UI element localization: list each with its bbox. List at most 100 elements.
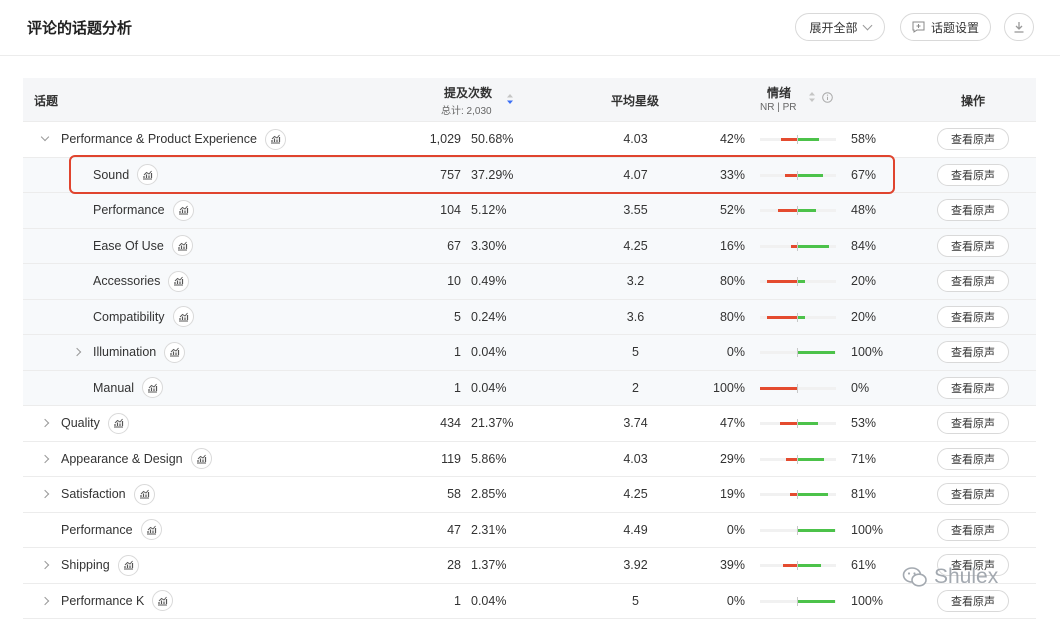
collapse-caret-icon[interactable] xyxy=(40,132,50,142)
positive-ratio: 58% xyxy=(851,132,877,147)
negative-ratio: 52% xyxy=(719,203,745,218)
view-original-button[interactable]: 查看原声 xyxy=(937,412,1009,434)
view-original-button[interactable]: 查看原声 xyxy=(937,270,1009,292)
negative-ratio: 33% xyxy=(719,167,745,182)
bar-divider xyxy=(797,135,798,144)
positive-bar xyxy=(798,138,819,141)
trend-chart-icon[interactable] xyxy=(164,341,186,363)
view-original-button[interactable]: 查看原声 xyxy=(937,128,1009,150)
topic-cell: Performance xyxy=(93,193,194,228)
topic-name: Accessories xyxy=(93,274,161,289)
view-original-button[interactable]: 查看原声 xyxy=(937,341,1009,363)
view-original-button[interactable]: 查看原声 xyxy=(937,447,1009,470)
negative-ratio: 80% xyxy=(719,309,745,324)
trend-chart-icon[interactable] xyxy=(142,377,163,399)
bar-divider xyxy=(797,419,798,428)
view-original-button[interactable]: 查看原声 xyxy=(937,234,1009,257)
mention-count: 434 xyxy=(440,416,461,431)
view-original-button[interactable]: 查看原声 xyxy=(937,483,1009,505)
topic-settings-button[interactable]: 话题设置 xyxy=(900,13,991,41)
sentiment-bar xyxy=(760,454,836,464)
column-sentiment[interactable]: 情绪 xyxy=(767,84,791,101)
table-row: Satisfaction 58 2.85% 4.25 19% 81% 查看原声 xyxy=(23,477,1036,513)
mention-count: 5 xyxy=(454,309,461,324)
positive-ratio: 0% xyxy=(851,380,870,395)
sentiment-subtitle: NR | PR xyxy=(760,102,797,113)
mention-percent: 1.37% xyxy=(471,558,507,573)
table-row: Quality 434 21.37% 3.74 47% 53% 查看原声 xyxy=(23,406,1036,442)
trend-chart-icon[interactable] xyxy=(133,483,155,505)
bar-divider xyxy=(797,561,798,570)
column-avg-rating: 平均星级 xyxy=(611,94,660,108)
topic-name: Manual xyxy=(93,380,134,395)
mention-percent: 37.29% xyxy=(471,167,514,182)
positive-ratio: 81% xyxy=(851,487,877,502)
column-mentions[interactable]: 提及次数 xyxy=(444,84,492,101)
expand-caret-icon[interactable] xyxy=(40,418,50,428)
avg-rating: 5 xyxy=(632,593,639,608)
trend-chart-icon[interactable] xyxy=(264,128,286,150)
trend-chart-icon[interactable] xyxy=(168,270,190,292)
view-original-button[interactable]: 查看原声 xyxy=(937,163,1009,186)
bar-divider xyxy=(797,525,798,535)
expand-caret-icon[interactable] xyxy=(40,596,50,605)
topic-name: Performance xyxy=(61,522,133,537)
mention-percent: 2.31% xyxy=(471,522,507,537)
positive-bar xyxy=(798,209,816,212)
sentiment-bar xyxy=(760,170,836,180)
trend-chart-icon[interactable] xyxy=(107,412,129,434)
view-original-button[interactable]: 查看原声 xyxy=(937,589,1009,612)
positive-bar xyxy=(798,244,829,248)
negative-bar xyxy=(767,315,797,319)
positive-ratio: 100% xyxy=(851,522,883,537)
table-row: Appearance & Design 119 5.86% 4.03 29% 71% 查看原… xyxy=(23,441,1036,477)
bar-divider xyxy=(797,454,798,464)
bar-divider xyxy=(797,206,798,215)
negative-bar xyxy=(767,280,797,283)
expand-caret-icon[interactable] xyxy=(40,560,50,570)
positive-ratio: 48% xyxy=(851,203,877,218)
mention-count: 757 xyxy=(440,167,461,182)
view-original-button[interactable]: 查看原声 xyxy=(937,376,1009,399)
download-button[interactable] xyxy=(1004,13,1034,41)
trend-chart-icon[interactable] xyxy=(190,448,212,470)
view-original-button[interactable]: 查看原声 xyxy=(937,518,1009,541)
view-original-button[interactable]: 查看原声 xyxy=(937,199,1009,221)
mention-count: 119 xyxy=(441,451,461,466)
negative-bar xyxy=(790,493,797,496)
negative-bar xyxy=(760,386,797,390)
sort-desc-icon[interactable] xyxy=(506,93,514,105)
comment-plus-icon xyxy=(912,21,925,33)
expand-caret-icon[interactable] xyxy=(40,454,50,463)
table-row: Sound 757 37.29% 4.07 33% 67% 查看原声 xyxy=(23,157,1036,193)
trend-chart-icon[interactable] xyxy=(137,164,159,186)
expand-caret-icon[interactable] xyxy=(40,489,50,499)
positive-bar xyxy=(798,528,835,532)
view-original-button[interactable]: 查看原声 xyxy=(937,305,1009,328)
mention-count: 104 xyxy=(440,203,461,218)
positive-ratio: 84% xyxy=(851,238,877,253)
mention-percent: 0.04% xyxy=(471,345,507,360)
sentiment-bar xyxy=(760,348,836,357)
mention-count: 1 xyxy=(454,345,461,360)
topic-settings-label: 话题设置 xyxy=(930,20,979,35)
topic-cell: Sound xyxy=(93,158,159,193)
expand-caret-icon[interactable] xyxy=(72,347,82,357)
sentiment-bar xyxy=(760,419,836,428)
expand-all-button[interactable]: 展开全部 xyxy=(795,13,885,41)
trend-chart-icon[interactable] xyxy=(140,519,162,541)
mention-count: 58 xyxy=(447,487,461,502)
trend-chart-icon[interactable] xyxy=(171,235,193,257)
sort-icon[interactable] xyxy=(808,91,816,103)
topic-cell: Ease Of Use xyxy=(93,229,193,264)
trend-chart-icon[interactable] xyxy=(152,590,174,612)
trend-chart-icon[interactable] xyxy=(117,554,139,576)
mention-percent: 0.49% xyxy=(471,274,507,289)
trend-chart-icon[interactable] xyxy=(172,306,194,328)
negative-ratio: 42% xyxy=(719,132,745,147)
mention-count: 67 xyxy=(447,238,461,253)
negative-ratio: 47% xyxy=(719,416,745,431)
trend-chart-icon[interactable] xyxy=(172,199,194,221)
mention-percent: 5.86% xyxy=(471,451,507,466)
info-icon[interactable] xyxy=(822,92,833,103)
